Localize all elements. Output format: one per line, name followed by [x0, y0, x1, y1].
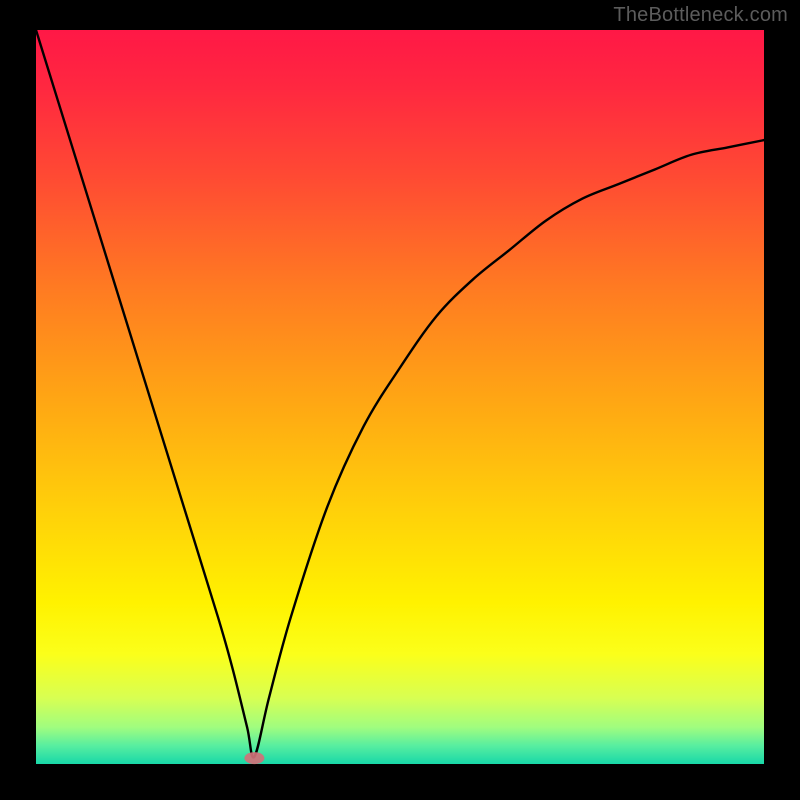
minimum-marker — [244, 752, 264, 764]
watermark-text: TheBottleneck.com — [613, 4, 788, 27]
plot-background — [36, 30, 764, 764]
chart-frame: TheBottleneck.com — [0, 0, 800, 800]
bottleneck-chart — [0, 0, 800, 800]
